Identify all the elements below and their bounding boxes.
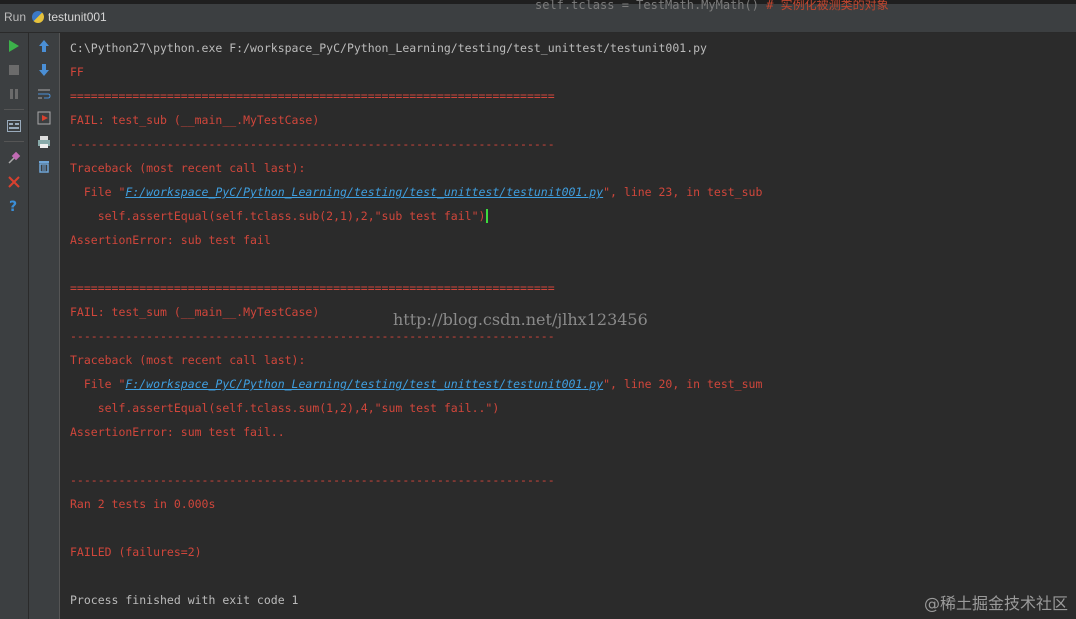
close-icon[interactable] xyxy=(5,173,23,191)
traceback-suffix: ", line 23, in test_sub xyxy=(603,185,763,199)
console-line: FAIL: test_sub (__main__.MyTestCase) xyxy=(70,113,319,127)
pause-icon[interactable] xyxy=(5,85,23,103)
trash-icon[interactable] xyxy=(35,157,53,175)
console-line: FAIL: test_sum (__main__.MyTestCase) xyxy=(70,305,319,319)
console-line-text: Traceback (most recent call last): xyxy=(70,353,306,367)
console-line-text: Ran 2 tests in 0.000s xyxy=(70,497,216,511)
site-watermark: @稀土掘金技术社区 xyxy=(923,594,1068,613)
console-line-text: ========================================… xyxy=(70,281,555,295)
console-line: Traceback (most recent call last): xyxy=(70,353,305,367)
console-line-text: AssertionError: sub test fail xyxy=(70,233,271,247)
python-file-icon xyxy=(32,11,45,23)
traceback-prefix: File " xyxy=(70,377,126,391)
console-line-text: AssertionError: sum test fail.. xyxy=(70,425,285,439)
background-code-snippet: self.tclass = TestMath.MyMath() # 实例化被测类… xyxy=(535,0,889,13)
console-line-text: ----------------------------------------… xyxy=(70,137,555,151)
run-panel-titlebar: self.tclass = TestMath.MyMath() # 实例化被测类… xyxy=(0,0,1076,33)
run-toolbar-secondary xyxy=(29,33,60,619)
console-line-text: ----------------------------------------… xyxy=(70,473,555,487)
console-line: File "F:/workspace_PyC/Python_Learning/t… xyxy=(70,377,763,391)
stop-icon[interactable] xyxy=(5,61,23,79)
up-arrow-icon[interactable] xyxy=(35,37,53,55)
console-line-text: ----------------------------------------… xyxy=(70,329,555,343)
console-line-text: FAIL: test_sub (__main__.MyTestCase) xyxy=(70,113,320,127)
console-line: ----------------------------------------… xyxy=(70,329,555,343)
console-line: Traceback (most recent call last): xyxy=(70,161,305,175)
console-line-text: FAILED (failures=2) xyxy=(70,545,202,559)
run-panel-label: Run xyxy=(4,10,27,24)
pin-icon[interactable] xyxy=(5,149,23,167)
console-line: self.assertEqual(self.tclass.sub(2,1),2,… xyxy=(70,209,489,223)
file-link[interactable]: F:/workspace_PyC/Python_Learning/testing… xyxy=(125,185,603,199)
console-line-text: self.assertEqual(self.tclass.sum(1,2),4,… xyxy=(70,401,500,415)
console-line-text: FF xyxy=(70,65,84,79)
console-line: ----------------------------------------… xyxy=(70,473,555,487)
traceback-suffix: ", line 20, in test_sum xyxy=(603,377,763,391)
console-line-text: Process finished with exit code 1 xyxy=(70,593,299,607)
down-arrow-icon[interactable] xyxy=(35,61,53,79)
console-line: File "F:/workspace_PyC/Python_Learning/t… xyxy=(70,185,763,199)
editor-strip: self.tclass = TestMath.MyMath() # 实例化被测类… xyxy=(0,0,1076,12)
console-line: self.assertEqual(self.tclass.sum(1,2),4,… xyxy=(70,401,500,415)
blog-watermark: http://blog.csdn.net/jlhx123456 xyxy=(393,310,648,329)
console-line-text: FAIL: test_sum (__main__.MyTestCase) xyxy=(70,305,320,319)
console-line: ========================================… xyxy=(70,89,555,103)
console-line: FF xyxy=(70,65,84,79)
console-line-text: C:\Python27\python.exe F:/workspace_PyC/… xyxy=(70,41,707,55)
scroll-to-end-icon[interactable] xyxy=(35,109,53,127)
console-line: AssertionError: sub test fail xyxy=(70,233,271,247)
console-line-text: Traceback (most recent call last): xyxy=(70,161,306,175)
svg-text:?: ? xyxy=(9,199,17,213)
console-line: ========================================… xyxy=(70,281,555,295)
soft-wrap-icon[interactable] xyxy=(35,85,53,103)
console-line: AssertionError: sum test fail.. xyxy=(70,425,285,439)
traceback-prefix: File " xyxy=(70,185,126,199)
console-line: Process finished with exit code 1 xyxy=(70,593,298,607)
console-line: Ran 2 tests in 0.000s xyxy=(70,497,215,511)
background-code-comment: # 实例化被测类的对象 xyxy=(758,0,889,12)
layout-icon[interactable] xyxy=(5,117,23,135)
help-icon[interactable]: ? xyxy=(5,197,23,215)
text-caret xyxy=(486,209,489,223)
run-tab-label[interactable]: testunit001 xyxy=(48,10,107,24)
print-icon[interactable] xyxy=(35,133,53,151)
console-line: ----------------------------------------… xyxy=(70,137,555,151)
file-link[interactable]: F:/workspace_PyC/Python_Learning/testing… xyxy=(125,377,603,391)
run-toolbar-primary: ? xyxy=(0,33,29,619)
console-line: FAILED (failures=2) xyxy=(70,545,202,559)
console-line-text: self.assertEqual(self.tclass.sub(2,1),2,… xyxy=(70,209,486,223)
background-code-text: self.tclass = TestMath.MyMath() xyxy=(535,0,759,12)
console-line: C:\Python27\python.exe F:/workspace_PyC/… xyxy=(70,41,707,55)
run-icon[interactable] xyxy=(5,37,23,55)
console-line-text: ========================================… xyxy=(70,89,555,103)
